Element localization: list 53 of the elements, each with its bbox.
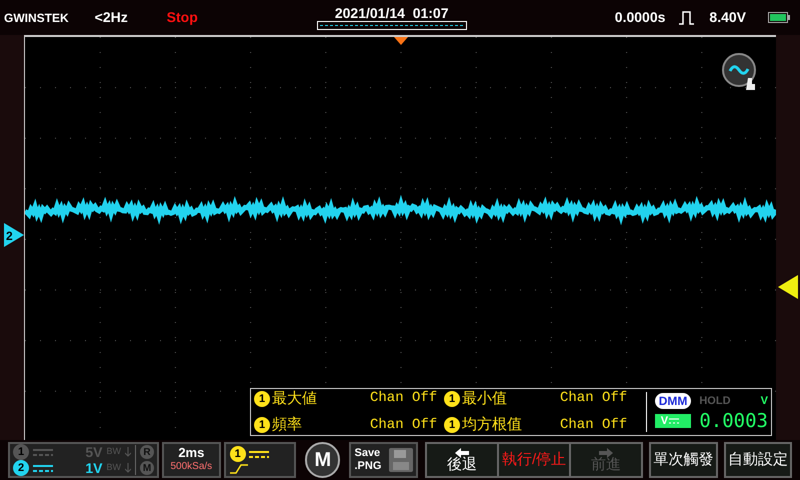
measurement-value: Chan Off (560, 416, 628, 435)
measurement-name: 最小值 (462, 388, 507, 408)
channel-number-badge: 1 (230, 446, 246, 462)
channel-number-badge: 1 (444, 390, 460, 407)
trigger-edge-icon (679, 10, 696, 24)
down-arrow-icon (125, 463, 131, 473)
trigger-button[interactable]: 1 (224, 442, 296, 478)
run-button[interactable]: 執行/停止 (499, 444, 570, 476)
date-time: 2021/01/14 01:07 (334, 5, 448, 21)
back-button[interactable]: 後退 (427, 444, 498, 476)
measurement-name: 均方根值 (462, 415, 522, 435)
down-arrow-icon (125, 447, 131, 457)
channel-marker-label: 2 (6, 228, 13, 245)
rising-edge-icon (230, 464, 248, 474)
measurement-value: Chan Off (370, 416, 438, 435)
memory-bar-icon (316, 21, 467, 30)
softkey-button[interactable]: 自動設定 (724, 442, 792, 478)
channel-number-badge: 1 (254, 390, 270, 407)
right-arrow-icon (599, 448, 614, 458)
brand-logo: GWINSTEK (4, 10, 69, 26)
measurement-name: 頻率 (272, 415, 302, 435)
trigger-level: 8.40V (709, 8, 746, 27)
trigger-time: 0.0000s (614, 8, 666, 27)
measurement-value: Chan Off (560, 389, 628, 408)
dmm-unit: V (760, 394, 768, 409)
softkey-button[interactable]: 單次觸發 (649, 442, 718, 478)
run-state: Stop (166, 8, 199, 27)
timebase-button[interactable]: 2ms 500kSa/s (162, 442, 221, 478)
left-arrow-icon (455, 448, 470, 458)
save-label: Save (354, 447, 380, 460)
dc-coupling-icon (33, 464, 53, 472)
channel-number-badge: 1 (444, 417, 460, 434)
channel-scale: 1V (85, 458, 102, 478)
dc-coupling-icon (248, 450, 269, 458)
dmm-reading: 0.0003 (699, 411, 768, 432)
channel-number-badge: 2 (13, 460, 29, 476)
waveform-touch-icon (722, 53, 758, 91)
channel-marker (4, 223, 24, 247)
save-png-button[interactable]: Save .PNG (349, 442, 418, 478)
dmm-badge[interactable]: DMM (654, 393, 692, 409)
trigger-position-marker (394, 37, 408, 45)
trigger-level-marker (778, 275, 798, 299)
frequency-readout: <2Hz (94, 8, 129, 27)
channel-number-badge: 1 (13, 444, 29, 460)
hold-label: HOLD (699, 394, 732, 409)
measurement-name: 最大値 (272, 388, 317, 408)
battery-icon (768, 12, 790, 23)
save-format: .PNG (354, 460, 382, 473)
measurement-value: Chan Off (370, 389, 438, 408)
channel-number-badge: 1 (254, 417, 270, 434)
menu-button[interactable]: M (305, 442, 340, 478)
dc-coupling-icon (33, 448, 53, 456)
sample-rate: 500kSa/s (170, 460, 212, 474)
